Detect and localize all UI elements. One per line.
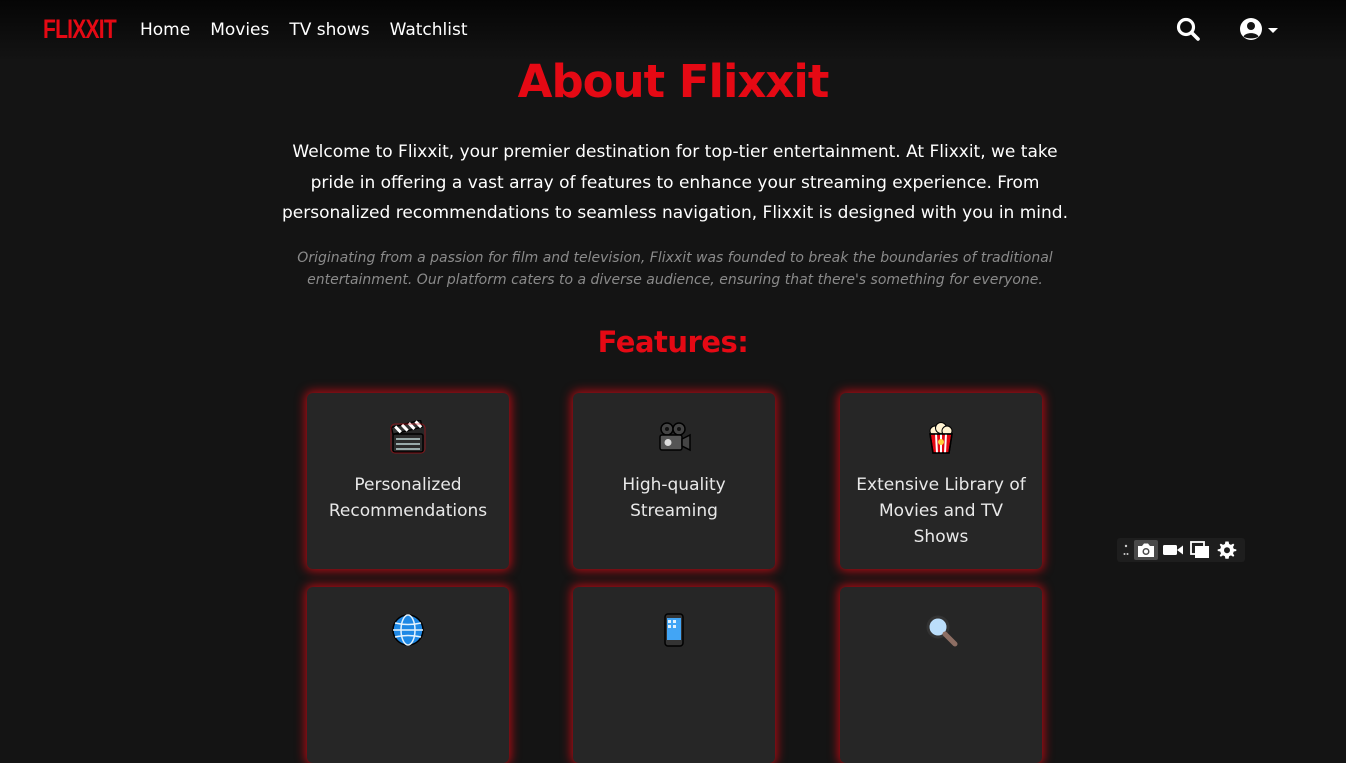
logo[interactable]: FLIXXIT — [43, 14, 117, 45]
top-nav: FLIXXIT Home Movies TV shows Watchlist — [0, 0, 1346, 62]
more-dots-icon[interactable] — [1121, 540, 1131, 560]
page-title: About Flixxit — [517, 55, 830, 108]
capture-toolbar — [1117, 538, 1245, 562]
origin-paragraph: Originating from a passion for film and … — [297, 250, 1053, 288]
nav-link-home[interactable]: Home — [140, 20, 190, 40]
popcorn-icon — [929, 422, 953, 454]
feature-card: Extensive Library of Movies and TV Shows — [840, 393, 1042, 569]
feature-card — [573, 587, 775, 763]
nav-link-watchlist[interactable]: Watchlist — [390, 20, 468, 40]
intro-paragraph: Welcome to Flixxit, your premier destina… — [282, 142, 1068, 223]
video-camera-icon[interactable] — [1161, 540, 1185, 560]
feature-card: High-quality Streaming — [573, 393, 775, 569]
feature-card — [307, 587, 509, 763]
features-heading: Features: — [597, 325, 749, 359]
profile-menu[interactable] — [1239, 17, 1278, 41]
clapper-board-icon — [390, 420, 426, 454]
copy-icon[interactable] — [1188, 540, 1212, 560]
feature-card-label: Extensive Library of Movies and TV Shows — [856, 475, 1026, 547]
movie-camera-icon — [659, 422, 691, 452]
nav-link-movies[interactable]: Movies — [210, 20, 269, 40]
nav-links: Home Movies TV shows Watchlist — [140, 20, 488, 40]
feature-card: Personalized Recommendations — [307, 393, 509, 569]
camera-icon[interactable] — [1134, 540, 1158, 560]
chevron-down-icon — [1268, 28, 1278, 33]
magnifying-glass-icon — [926, 615, 958, 647]
gear-icon[interactable] — [1215, 540, 1239, 560]
nav-link-tv-shows[interactable]: TV shows — [289, 20, 369, 40]
globe-icon — [392, 614, 424, 646]
user-circle-icon — [1240, 18, 1262, 40]
mobile-phone-icon — [664, 613, 684, 647]
feature-card-label: High-quality Streaming — [622, 475, 726, 521]
search-icon[interactable] — [1175, 16, 1201, 42]
feature-card-label: Personalized Recommendations — [328, 475, 488, 521]
feature-card — [840, 587, 1042, 763]
